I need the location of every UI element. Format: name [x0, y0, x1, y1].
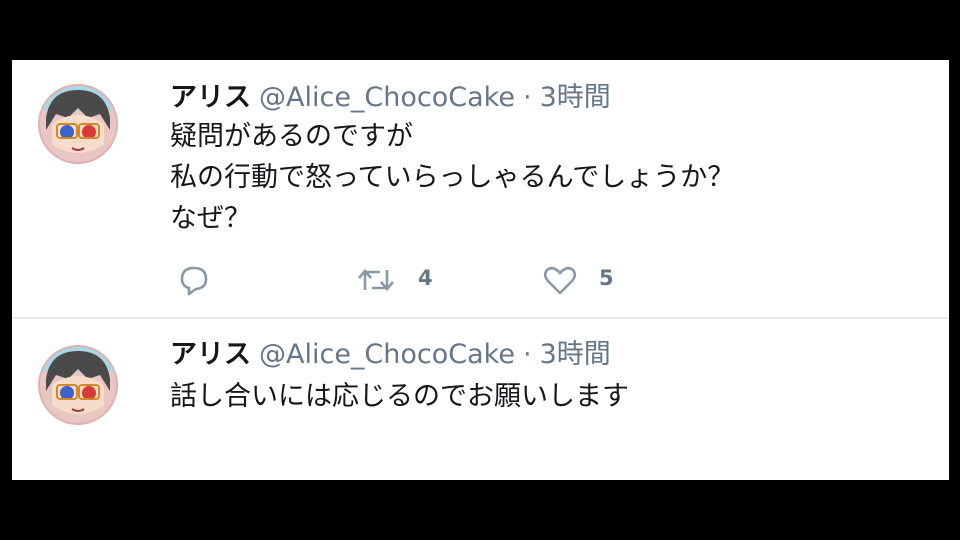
tweet-text: 疑問があるのですが 私の行動で怒っていらっしゃるんでしょうか？ なぜ？: [170, 116, 734, 239]
like-count: 5: [599, 266, 614, 290]
tweet-text-line: なぜ？: [170, 203, 251, 234]
tweet[interactable]: アリス @Alice_ChocoCake · 3時間 疑問があるのですが 私の行動で怒…: [12, 60, 949, 317]
tweet-text-line: 私の行動で怒っていらっしゃるんでしょうか？: [170, 162, 735, 193]
reply-icon: [180, 266, 208, 296]
avatar-image: [38, 84, 118, 164]
timestamp[interactable]: 3時間: [540, 339, 611, 370]
display-name[interactable]: アリス: [170, 82, 251, 113]
like-button[interactable]: [542, 264, 578, 296]
retweet-button[interactable]: [356, 264, 396, 296]
avatar[interactable]: [38, 84, 118, 164]
tweet-header: アリス @Alice_ChocoCake · 3時間: [170, 80, 611, 116]
tweet-text-line: 話し合いには応じるのでお願いします: [170, 381, 629, 412]
avatar[interactable]: [38, 345, 118, 425]
tweet-text: 話し合いには応じるのでお願いします: [170, 376, 629, 417]
timeline: アリス @Alice_ChocoCake · 3時間 疑問があるのですが 私の行動で怒…: [12, 60, 949, 480]
retweet-count: 4: [418, 266, 433, 290]
retweet-icon: [358, 269, 394, 291]
user-handle[interactable]: @Alice_ChocoCake: [259, 339, 515, 370]
avatar-image: [38, 345, 118, 425]
heart-icon: [543, 266, 577, 295]
tweet-header: アリス @Alice_ChocoCake · 3時間: [170, 337, 611, 373]
tweet-text-line: 疑問があるのですが: [170, 121, 413, 152]
user-handle[interactable]: @Alice_ChocoCake: [259, 82, 515, 113]
separator-dot: ·: [522, 339, 532, 370]
display-name[interactable]: アリス: [170, 339, 251, 370]
tweet[interactable]: アリス @Alice_ChocoCake · 3時間 話し合いには応じるのでお願いしま…: [12, 319, 949, 480]
separator-dot: ·: [522, 82, 532, 113]
reply-button[interactable]: [176, 264, 212, 296]
timestamp[interactable]: 3時間: [540, 82, 611, 113]
tweet-actions: 4 5: [12, 260, 949, 300]
